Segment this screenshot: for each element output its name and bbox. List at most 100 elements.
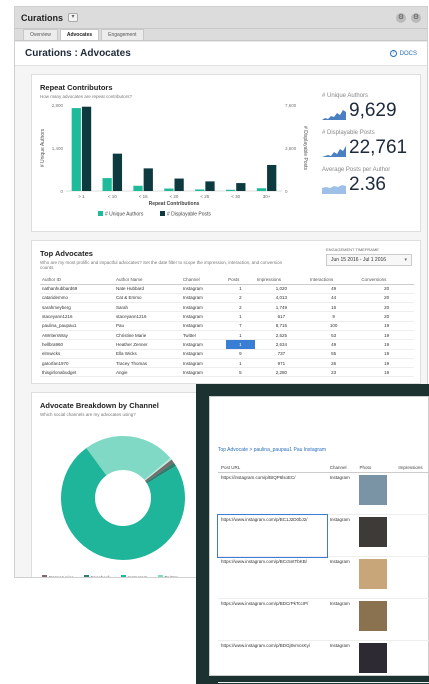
column-header[interactable]: Channel [326, 463, 357, 473]
post-url[interactable]: https://www.instagram.com/p/BDGj8vmcsKy/ [218, 640, 327, 683]
bar-displayable-posts[interactable] [205, 181, 215, 191]
tab-bar: Overview Advocates Engagement [15, 29, 427, 41]
table-cell: 4,013 [254, 293, 308, 304]
post-photo[interactable] [356, 556, 396, 599]
table-cell: 49 [308, 284, 360, 294]
repeat-contributors-chart: 2,800 1,400 0 7,600 3,800 0 # Unique Authors # … [40, 103, 308, 218]
table-row[interactable]: staceyann1216 staceyann1216 Instagram 1 617 9… [40, 311, 414, 322]
table-row[interactable]: https://instagram.com/p/BIQP6lsoEC/Insta… [218, 472, 429, 515]
table-cell: Ella Wicks [113, 349, 181, 359]
table-cell: nathanhubbard69 [40, 284, 114, 294]
table-row[interactable]: https://www.instagram.com/p/BDGj8vmcsKy/… [218, 640, 429, 683]
post-url[interactable]: https://www.instagram.com/p/BDCrPkTccIP/ [218, 598, 327, 641]
table-cell: 55 [308, 349, 360, 359]
table-row[interactable]: AWritersWay Christine Marie Twitter 1 2,525 5… [40, 330, 414, 341]
photo-thumbnail [359, 643, 388, 673]
table-cell: Instagram [180, 367, 227, 378]
table-cell: Instagram [180, 349, 227, 359]
bar-unique-authors[interactable] [71, 108, 81, 191]
table-row[interactable]: nathanhubbard69 Nate Hubbard Instagram 1 1,0… [40, 284, 414, 294]
table-cell: staceyann1216 [113, 311, 181, 322]
bar-displayable-posts[interactable] [112, 153, 123, 191]
column-header[interactable]: Interactions [308, 275, 360, 285]
gear-icon[interactable]: ⚙ [411, 12, 421, 23]
table-row[interactable]: paulina_paupau1 Pau Instagram 7 8,715 100 19 [40, 321, 414, 332]
tab-overview[interactable]: Overview [23, 29, 58, 40]
bar-unique-authors[interactable] [102, 178, 112, 191]
tab-engagement[interactable]: Engagement [101, 29, 144, 40]
column-header[interactable]: Author Name [113, 275, 181, 285]
table-cell: 971 [254, 358, 308, 369]
bar-unique-authors[interactable] [225, 189, 236, 191]
post-photo[interactable] [356, 640, 396, 683]
metrics-panel: # Unique Authors 9,629 # Displayable Pos… [322, 93, 418, 204]
table-row[interactable]: https://www.instagram.com/p/BDCrPkTccIP/… [218, 598, 429, 641]
bar-displayable-posts[interactable] [81, 106, 92, 191]
legend-item[interactable]: Facebook [83, 575, 111, 577]
post-impressions [395, 556, 429, 599]
table-cell: 1 [226, 330, 255, 341]
bar-unique-authors[interactable] [164, 188, 174, 191]
table-cell: 1 [226, 358, 255, 369]
post-photo[interactable] [356, 598, 396, 641]
column-header[interactable]: Posts [226, 275, 255, 285]
tab-advocates[interactable]: Advocates [59, 29, 100, 40]
legend-item[interactable]: Instagram [120, 575, 148, 577]
post-impressions [395, 514, 429, 557]
column-header[interactable]: Conversions [359, 275, 414, 285]
table-row[interactable]: https://www.instagram.com/p/BC1J2D0bJ2/I… [217, 513, 429, 558]
post-photo[interactable] [356, 514, 396, 557]
post-url[interactable]: https://www.instagram.com/p/BC1J2D0bJ2/ [217, 513, 328, 558]
post-url[interactable]: https://www.instagram.com/p/BCc5ntTbKB/ [218, 556, 327, 599]
post-url[interactable]: https://instagram.com/p/BIQP6lsoEC/ [218, 472, 327, 515]
bar-displayable-posts[interactable] [174, 178, 184, 191]
column-header[interactable]: Author ID [40, 275, 114, 285]
bar-unique-authors[interactable] [133, 185, 143, 191]
table-cell: 1 [226, 284, 255, 294]
bar-displayable-posts[interactable] [236, 183, 246, 191]
table-row[interactable]: https://www.instagram.com/p/BCc5ntTbKB/I… [218, 556, 429, 599]
legend-item[interactable]: Bazaarvoice [42, 575, 74, 577]
table-row[interactable]: sarahmeyberg Sarah Instagram 2 1,749 16 20 [40, 302, 414, 313]
repeat-title: Repeat Contributors [40, 83, 113, 92]
settings-icon[interactable]: ⚙ [396, 12, 406, 23]
bar-displayable-posts[interactable] [267, 164, 277, 191]
legend-item[interactable]: Twitter [157, 575, 178, 577]
bar-unique-authors[interactable] [256, 188, 267, 191]
table-row[interactable]: hellbra960 Heather Zenner Instagram 1 2,634 4… [40, 339, 414, 350]
sparkline-icon [322, 146, 346, 157]
table-cell: Instagram [180, 321, 227, 332]
table-row[interactable]: cataridemmo Cat & Emmo Instagram 2 4,013 44 20 [40, 293, 414, 304]
table-row[interactable]: gatorfan1970 Tracey Thomas Instagram 1 971 26… [40, 358, 414, 369]
table-cell: Instagram [180, 358, 227, 369]
y-axis-label: # Unique Authors [40, 128, 46, 167]
bar-displayable-posts[interactable] [143, 168, 153, 191]
column-header[interactable]: Impressions [254, 275, 308, 285]
bar-unique-authors[interactable] [195, 189, 205, 191]
top-advocates-card: Top Advocates Who are my most prolific a… [31, 240, 421, 384]
column-header[interactable]: Post URL [218, 463, 327, 473]
channel-breakdown-card: Advocate Breakdown by Channel Which soci… [31, 392, 211, 577]
column-header[interactable]: Impressions [395, 463, 429, 473]
column-header[interactable]: Photo [356, 463, 396, 473]
date-range-select[interactable]: Jun 15 2016 - Jul 1 2016 ▾ [326, 254, 412, 266]
table-cell: 49 [308, 339, 360, 350]
table-cell: elmwicks [40, 349, 114, 359]
table-row[interactable]: elmwicks Ella Wicks Instagram 9 737 55 19 [40, 349, 414, 359]
photo-thumbnail [359, 517, 388, 547]
post-channel: Instagram [326, 472, 357, 515]
channel-donut-chart [60, 436, 185, 560]
post-impressions [395, 640, 429, 683]
column-header[interactable]: Channel [180, 275, 227, 285]
docs-link[interactable]: ? DOCS [389, 50, 417, 57]
post-photo[interactable] [356, 472, 396, 515]
app-dropdown-icon[interactable]: ▾ [68, 13, 79, 22]
table-row[interactable]: thisgirlonabudget Angie Instagram 5 2,280 23 1… [40, 367, 414, 378]
top-subtitle: Who are my most prolific and impactful a… [40, 260, 283, 270]
metric-value: 9,629 [349, 100, 397, 121]
table-cell: 26 [308, 358, 360, 369]
legend-swatch [157, 575, 163, 577]
photo-thumbnail [359, 475, 388, 505]
modal-breadcrumb[interactable]: Top Advocate > paulina_paupau1 Pau Insta… [218, 447, 326, 453]
advocates-table: Author ID Author Name Channel Posts Impressi… [40, 275, 414, 378]
